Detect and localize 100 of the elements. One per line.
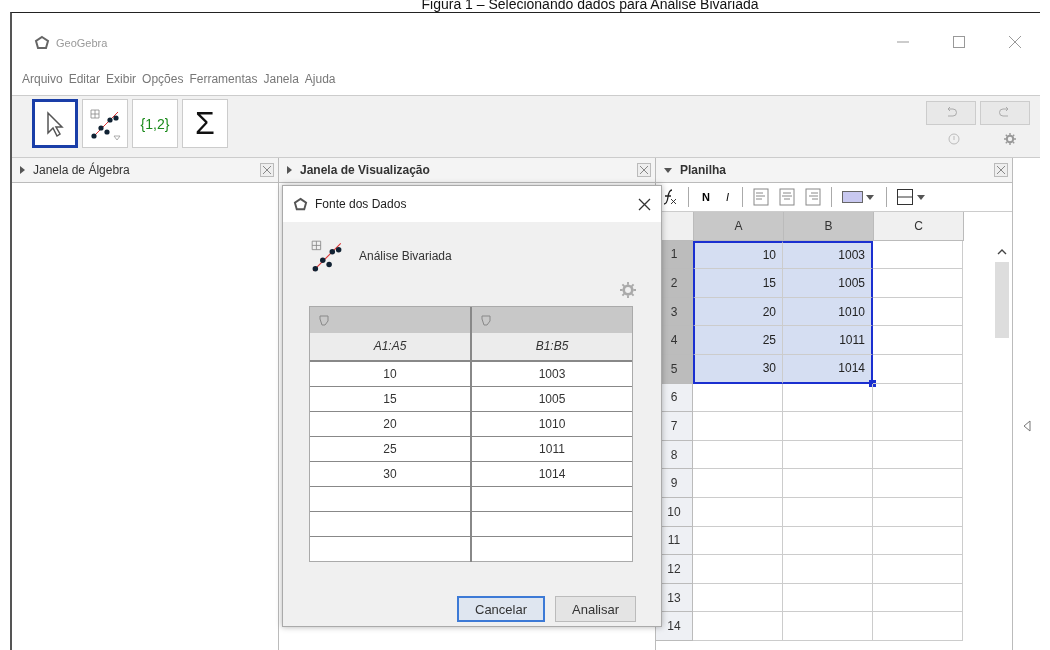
spreadsheet-cell[interactable]: 1005 [783,269,873,298]
spreadsheet-cell[interactable]: 20 [693,297,783,327]
spreadsheet-cell[interactable] [873,555,963,584]
column-header: B1:B5 [472,333,632,362]
spreadsheet-cell[interactable] [783,612,873,641]
table-cell: 1005 [472,387,632,412]
spreadsheet-cell[interactable] [693,497,783,527]
column-handle[interactable] [472,307,632,333]
spreadsheet-cell[interactable]: 15 [693,269,783,298]
menu-item[interactable]: Editar [68,72,101,86]
spreadsheet-cell[interactable] [873,583,963,613]
column-handle[interactable] [310,307,470,333]
panel-header[interactable]: Planilha [656,158,1012,183]
italic-button[interactable]: I [722,191,732,203]
spreadsheet-cell[interactable] [783,555,873,584]
spreadsheet-cell[interactable] [693,526,783,556]
spreadsheet-cell[interactable] [693,612,783,641]
spreadsheet-cell[interactable] [873,326,963,355]
spreadsheet-cell[interactable]: 1011 [783,326,873,355]
spreadsheet-cell[interactable] [693,440,783,470]
collapse-arrow-icon[interactable] [1022,419,1031,432]
table-cell: 20 [310,412,470,437]
spreadsheet-cell[interactable] [783,583,873,613]
hand-icon [480,314,492,326]
column-header[interactable]: A [694,212,784,241]
scroll-thumb[interactable] [995,262,1009,338]
menu-item[interactable]: Ferramentas [189,72,258,86]
geogebra-logo-icon [293,196,308,212]
tool-button[interactable]: {1,2} [132,99,178,148]
spreadsheet-cell[interactable] [873,412,963,441]
table-cell: 30 [310,462,470,487]
undo-button[interactable] [926,101,976,125]
geogebra-logo-icon [34,35,50,51]
table-cell: 1003 [472,362,632,387]
spreadsheet-cell[interactable] [873,383,963,413]
menu-item[interactable]: Janela [263,72,299,86]
bold-button[interactable]: N [699,191,713,203]
spreadsheet-cell[interactable] [873,497,963,527]
settings-icon[interactable] [1004,133,1016,145]
spreadsheet-cell[interactable]: 30 [693,354,783,384]
align-icon[interactable] [779,188,795,206]
hand-icon [318,314,330,326]
window-title: GeoGebra [56,37,108,49]
scatter-plot-icon [88,106,122,141]
align-icon[interactable] [805,188,821,206]
spreadsheet-cell[interactable] [693,583,783,613]
spreadsheet-cell[interactable] [783,383,873,413]
menu-item[interactable]: Opções [142,72,184,86]
spreadsheet-cell[interactable] [873,440,963,470]
spreadsheet-cell[interactable] [783,469,873,498]
table-cell: 1011 [472,437,632,462]
column-header[interactable]: C [874,212,964,241]
table-cell: 15 [310,387,470,412]
menu-item[interactable]: Ajuda [304,72,336,86]
spreadsheet-cell[interactable] [783,497,873,527]
column-header: A1:A5 [310,333,470,362]
menu-item[interactable]: Arquivo [22,72,63,86]
tool-button[interactable]: Σ [182,99,228,148]
menu-item[interactable]: Exibir [106,72,137,86]
spreadsheet-cell[interactable]: 1014 [783,354,873,384]
spreadsheet-cell[interactable] [873,469,963,498]
fill-color-icon[interactable] [842,190,876,204]
column-header[interactable]: B [784,212,874,241]
spreadsheet-cell[interactable] [873,526,963,556]
spreadsheet-cell[interactable] [783,440,873,470]
row-header[interactable]: 14 [656,612,693,641]
spreadsheet-cell[interactable] [873,612,963,641]
align-icon[interactable] [753,188,769,206]
panel-header[interactable]: Janela de Álgebra [12,158,278,183]
analysis-mode-label: Análise Bivariada [359,249,452,263]
spreadsheet-cell[interactable] [873,269,963,298]
dialog-title: Fonte dos Dados [315,197,408,211]
maximize-icon[interactable] [952,35,966,49]
spreadsheet-cell[interactable] [693,469,783,498]
spreadsheet-cell[interactable]: 10 [693,240,783,270]
settings-icon[interactable] [620,282,636,298]
spreadsheet-cell[interactable] [693,383,783,413]
tool-button[interactable] [32,99,78,148]
panel-header[interactable]: Janela de Visualização [279,158,655,183]
spreadsheet-cell[interactable] [873,354,963,384]
spreadsheet-cell[interactable]: 25 [693,326,783,355]
spreadsheet-cell[interactable]: 1003 [783,240,873,270]
fill-handle[interactable] [869,379,876,387]
spreadsheet-cell[interactable]: 1010 [783,297,873,327]
redo-button[interactable] [980,101,1030,125]
cancel-button[interactable]: Cancelar [457,596,546,622]
spreadsheet-cell[interactable] [873,240,963,270]
table-cell: 25 [310,437,470,462]
table-cell: 1010 [472,412,632,437]
spreadsheet-cell[interactable] [783,526,873,556]
scroll-up-icon[interactable] [997,248,1007,256]
close-icon[interactable] [638,197,651,211]
table-cell: 1014 [472,462,632,487]
spreadsheet-cell[interactable] [693,555,783,584]
table-cell: 10 [310,362,470,387]
help-icon[interactable] [948,133,960,145]
analyze-button[interactable]: Analisar [555,596,636,622]
spreadsheet-cell[interactable] [783,412,873,441]
spreadsheet-cell[interactable] [693,412,783,441]
spreadsheet-cell[interactable] [873,297,963,327]
